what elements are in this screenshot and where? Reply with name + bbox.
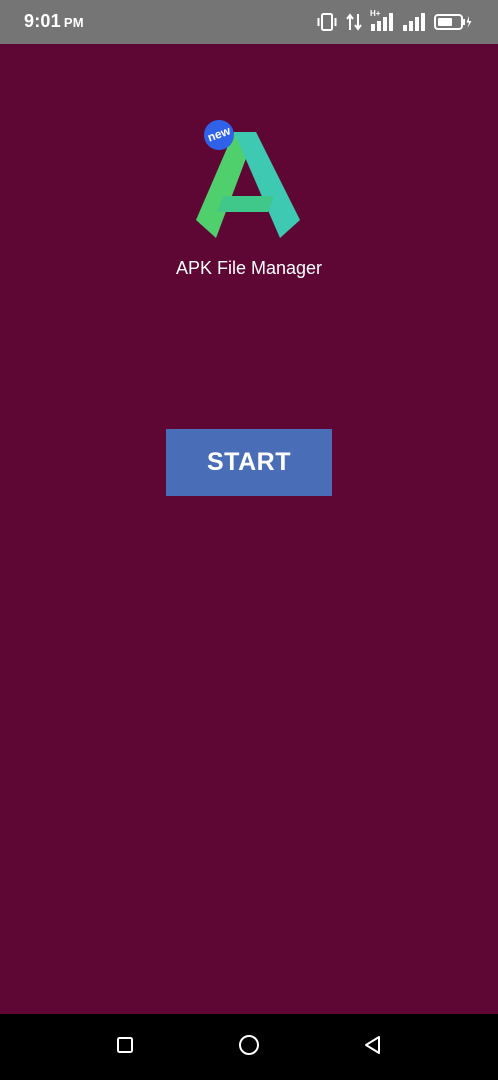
navigation-bar (0, 1014, 498, 1080)
start-button[interactable]: START (166, 429, 332, 496)
status-time-ampm: PM (63, 15, 84, 30)
vibrate-icon (316, 13, 338, 31)
home-button[interactable] (236, 1034, 262, 1060)
back-button[interactable] (360, 1034, 386, 1060)
home-icon (238, 1034, 260, 1061)
status-icons: H+ (316, 9, 472, 33)
app-logo: new (190, 118, 306, 240)
battery-charging-icon (434, 13, 472, 31)
back-icon (363, 1035, 383, 1060)
recents-button[interactable] (112, 1034, 138, 1060)
status-time-value: 9:01 (24, 11, 61, 31)
status-bar: 9:01 PM H+ (0, 0, 498, 44)
data-transfer-icon (346, 13, 362, 31)
status-time: 9:01 PM (24, 11, 84, 32)
signal-h-plus-icon: H+ (370, 9, 394, 32)
app-title: APK File Manager (175, 258, 323, 278)
app-screen: 9:01 PM H+ new APK File Manager START (0, 0, 498, 1080)
signal-icon (402, 12, 426, 32)
recents-icon (116, 1036, 134, 1059)
